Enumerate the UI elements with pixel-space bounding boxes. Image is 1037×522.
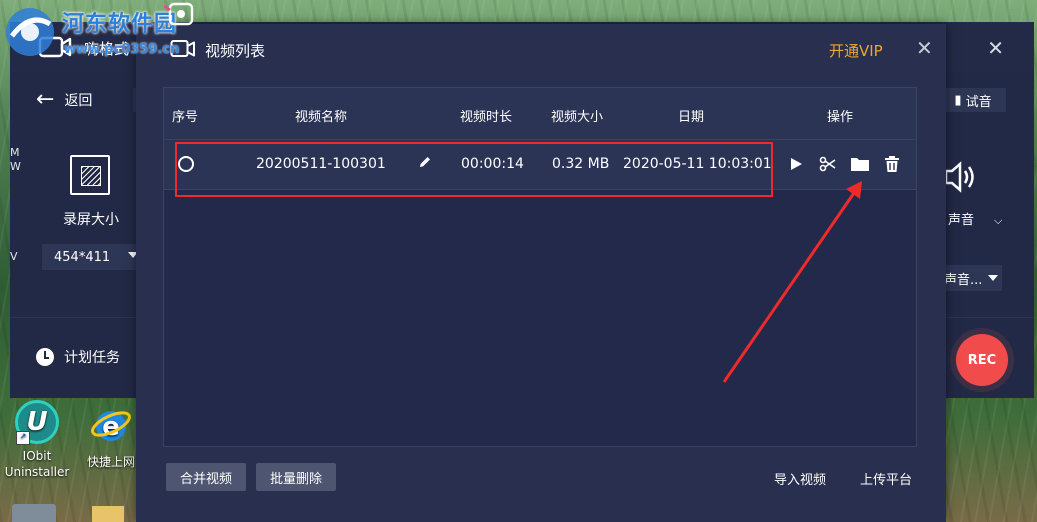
app-close-icon[interactable]: ✕: [987, 36, 1004, 60]
dialog-close-icon[interactable]: ✕: [916, 36, 933, 60]
speaker-icon: [940, 157, 980, 205]
header-name: 视频名称: [295, 110, 348, 125]
watermark-url: www.pc0359.cn: [64, 42, 180, 57]
clipped-text-fragment-2: V: [10, 250, 18, 263]
row-select-radio[interactable]: [178, 156, 194, 172]
audio-source-select[interactable]: 声音...: [940, 265, 1002, 291]
rename-pencil-icon[interactable]: [418, 155, 432, 169]
audio-test-label: 试音: [965, 94, 992, 110]
iobit-icon: U ↗: [15, 400, 59, 445]
site-watermark: 河东软件园 www.pc0359.cn: [0, 0, 220, 62]
caret-down-icon: [988, 275, 998, 281]
desktop-icon-label-2: Uninstaller: [4, 465, 70, 479]
video-size: 0.32 MB: [552, 156, 610, 172]
watermark-logo-icon: [6, 8, 54, 56]
back-button[interactable]: ← 返回: [36, 89, 92, 111]
screen-size-label: 录屏大小: [63, 212, 119, 228]
chevron-down-icon: ⌵: [994, 214, 1003, 227]
screen-size-select[interactable]: 454*411: [42, 244, 144, 270]
merge-videos-button[interactable]: 合并视频: [166, 463, 246, 491]
header-size: 视频大小: [551, 110, 604, 125]
clock-icon: [36, 348, 54, 366]
clipped-text-fragment: MW: [10, 146, 21, 173]
batch-delete-button[interactable]: 批量删除: [256, 463, 336, 491]
internet-explorer-icon: e: [91, 411, 131, 442]
upload-platform-button[interactable]: 上传平台: [860, 469, 912, 488]
screen-size-value: 454*411: [54, 249, 111, 265]
app-logo-icon: [164, 2, 194, 26]
desktop-icon-label: IObit: [22, 449, 52, 463]
video-date: 2020-05-11 10:03:01: [623, 156, 772, 172]
audio-source-value: 声音...: [944, 272, 983, 288]
video-table: 序号 视频名称 视频时长 视频大小 日期 操作 20200511-100301 …: [163, 87, 917, 447]
video-name: 20200511-100301: [256, 156, 386, 172]
desktop-icon-partial[interactable]: [12, 504, 56, 522]
folder-icon[interactable]: [850, 154, 870, 174]
schedule-task-button[interactable]: 计划任务: [36, 347, 120, 367]
audio-test-button[interactable]: ▮ 试音: [940, 88, 1006, 112]
header-duration: 视频时长: [460, 110, 513, 125]
record-label: REC: [956, 334, 1008, 386]
video-list-dialog: 视频列表 开通VIP ✕ 序号 视频名称 视频时长 视频大小 日期 操作 202…: [136, 24, 946, 522]
record-button[interactable]: REC: [950, 328, 1014, 392]
audio-label[interactable]: 声音 ⌵: [948, 209, 1002, 228]
bars-icon: ▮: [954, 92, 962, 108]
screen-size-icon: [70, 155, 110, 195]
watermark-text: 河东软件园: [62, 11, 178, 37]
trash-icon[interactable]: [882, 154, 902, 174]
header-date: 日期: [678, 110, 705, 125]
back-label: 返回: [64, 93, 93, 109]
table-header: 序号 视频名称 视频时长 视频大小 日期 操作: [164, 88, 916, 140]
desktop-icon-partial-2[interactable]: [92, 506, 124, 522]
video-duration: 00:00:14: [461, 156, 524, 172]
header-index: 序号: [172, 110, 199, 125]
open-vip-link[interactable]: 开通VIP: [829, 40, 883, 61]
shortcut-arrow-icon: ↗: [16, 431, 30, 445]
scissors-icon[interactable]: [818, 154, 838, 174]
row-actions: [786, 154, 902, 174]
schedule-label: 计划任务: [64, 350, 120, 366]
play-icon[interactable]: [786, 154, 806, 174]
arrow-left-icon: ←: [36, 87, 55, 112]
header-actions: 操作: [827, 110, 854, 125]
desktop-icon-iobit[interactable]: U ↗ IObit Uninstaller: [2, 400, 72, 480]
import-video-button[interactable]: 导入视频: [774, 469, 826, 488]
table-row[interactable]: 20200511-100301 00:00:14 0.32 MB 2020-05…: [164, 140, 916, 190]
